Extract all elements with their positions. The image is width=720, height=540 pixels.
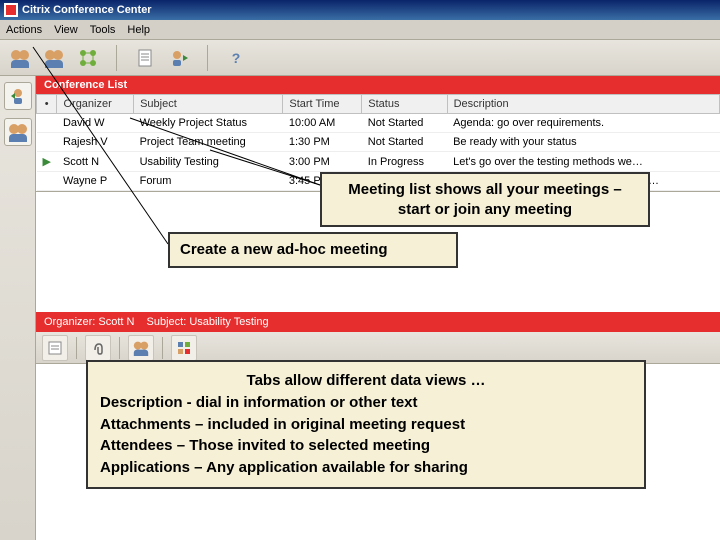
new-meeting-button[interactable] <box>6 44 34 72</box>
callout-atn-tail: – Those invited to selected meeting <box>173 437 431 454</box>
tab-attendees[interactable] <box>128 335 154 361</box>
cell-subject: Usability Testing <box>134 152 283 172</box>
col-organizer[interactable]: Organizer <box>57 95 134 114</box>
cell-organizer: Wayne P <box>57 172 134 191</box>
callout-adhoc: Create a new ad-hoc meeting <box>168 232 458 268</box>
callout-desc-label: Description <box>100 394 183 411</box>
toolbar-separator <box>207 45 208 71</box>
menu-tools[interactable]: Tools <box>90 24 116 36</box>
cell-status: Not Started <box>362 114 447 133</box>
help-context-button[interactable]: ? <box>222 44 250 72</box>
cell-organizer: Scott N <box>57 152 134 172</box>
tab-applications[interactable] <box>171 335 197 361</box>
detail-subj-label: Subject: <box>147 316 187 328</box>
detail-toolbar-separator <box>76 337 77 359</box>
cell-organizer: David W <box>57 114 134 133</box>
cell-description: Let's go over the testing methods we… <box>447 152 719 172</box>
menu-help[interactable]: Help <box>127 24 150 36</box>
cell-description: Agenda: go over requirements. <box>447 114 719 133</box>
col-marker[interactable]: • <box>37 95 57 114</box>
callout-desc-tail: - dial in information or other text <box>183 394 418 411</box>
table-row[interactable]: David W Weekly Project Status 10:00 AM N… <box>37 114 720 133</box>
titlebar: Citrix Conference Center <box>0 0 720 20</box>
sidebar <box>0 76 36 540</box>
col-description[interactable]: Description <box>447 95 719 114</box>
help-icon: ? <box>227 49 245 67</box>
callout-atn-label: Attendees <box>100 437 173 454</box>
people-arrow-icon <box>9 87 27 105</box>
people-new-icon <box>9 48 31 68</box>
start-meeting-button[interactable] <box>165 44 193 72</box>
menu-view[interactable]: View <box>54 24 78 36</box>
menubar: Actions View Tools Help <box>0 20 720 40</box>
document-button[interactable] <box>131 44 159 72</box>
col-status[interactable]: Status <box>362 95 447 114</box>
session-icon <box>78 48 98 68</box>
table-row[interactable]: ▶ Scott N Usability Testing 3:00 PM In P… <box>37 152 720 172</box>
callout-app-label: Applications <box>100 459 190 476</box>
detail-header: Organizer: Scott N Subject: Usability Te… <box>36 312 720 332</box>
paperclip-icon <box>90 340 106 356</box>
cell-start: 3:00 PM <box>283 152 362 172</box>
cell-status: In Progress <box>362 152 447 172</box>
svg-text:?: ? <box>232 50 241 66</box>
toolbar: ? <box>0 40 720 76</box>
detail-subj-value: Usability Testing <box>189 316 268 328</box>
table-row[interactable]: Rajesh V Project Team meeting 1:30 PM No… <box>37 133 720 152</box>
tab-description[interactable] <box>42 335 68 361</box>
col-start[interactable]: Start Time <box>283 95 362 114</box>
callout-tabs: Tabs allow different data views … Descri… <box>86 360 646 489</box>
people-icon <box>43 48 65 68</box>
attendees-button[interactable] <box>40 44 68 72</box>
cell-start: 1:30 PM <box>283 133 362 152</box>
description-icon <box>47 340 63 356</box>
grid-header-row: • Organizer Subject Start Time Status De… <box>37 95 720 114</box>
detail-org-label: Organizer: <box>44 316 95 328</box>
cell-organizer: Rajesh V <box>57 133 134 152</box>
menu-actions[interactable]: Actions <box>6 24 42 36</box>
conference-list-header: Conference List <box>36 76 720 94</box>
app-icon <box>4 3 18 17</box>
cell-status: Not Started <box>362 133 447 152</box>
callout-att-label: Attachments <box>100 416 191 433</box>
cell-start: 10:00 AM <box>283 114 362 133</box>
col-subject[interactable]: Subject <box>134 95 283 114</box>
toolbar-separator <box>116 45 117 71</box>
tab-attachments[interactable] <box>85 335 111 361</box>
callout-app-tail: – Any application available for sharing <box>190 459 468 476</box>
people-icon <box>132 340 150 356</box>
people-icon <box>7 122 29 142</box>
window-title: Citrix Conference Center <box>22 4 152 16</box>
sidebar-attendees-button[interactable] <box>4 118 32 146</box>
person-play-icon <box>170 49 188 67</box>
session-button[interactable] <box>74 44 102 72</box>
sidebar-join-button[interactable] <box>4 82 32 110</box>
callout-att-tail: – included in original meeting request <box>191 416 465 433</box>
detail-toolbar-separator <box>162 337 163 359</box>
applications-icon <box>176 340 192 356</box>
cell-subject: Forum <box>134 172 283 191</box>
detail-org-value: Scott N <box>98 316 134 328</box>
callout-tabs-intro: Tabs allow different data views … <box>100 370 632 392</box>
cell-subject: Weekly Project Status <box>134 114 283 133</box>
detail-toolbar-separator <box>119 337 120 359</box>
cell-description: Be ready with your status <box>447 133 719 152</box>
cell-subject: Project Team meeting <box>134 133 283 152</box>
callout-meeting-list: Meeting list shows all your meetings – s… <box>320 172 650 227</box>
document-icon <box>137 49 153 67</box>
